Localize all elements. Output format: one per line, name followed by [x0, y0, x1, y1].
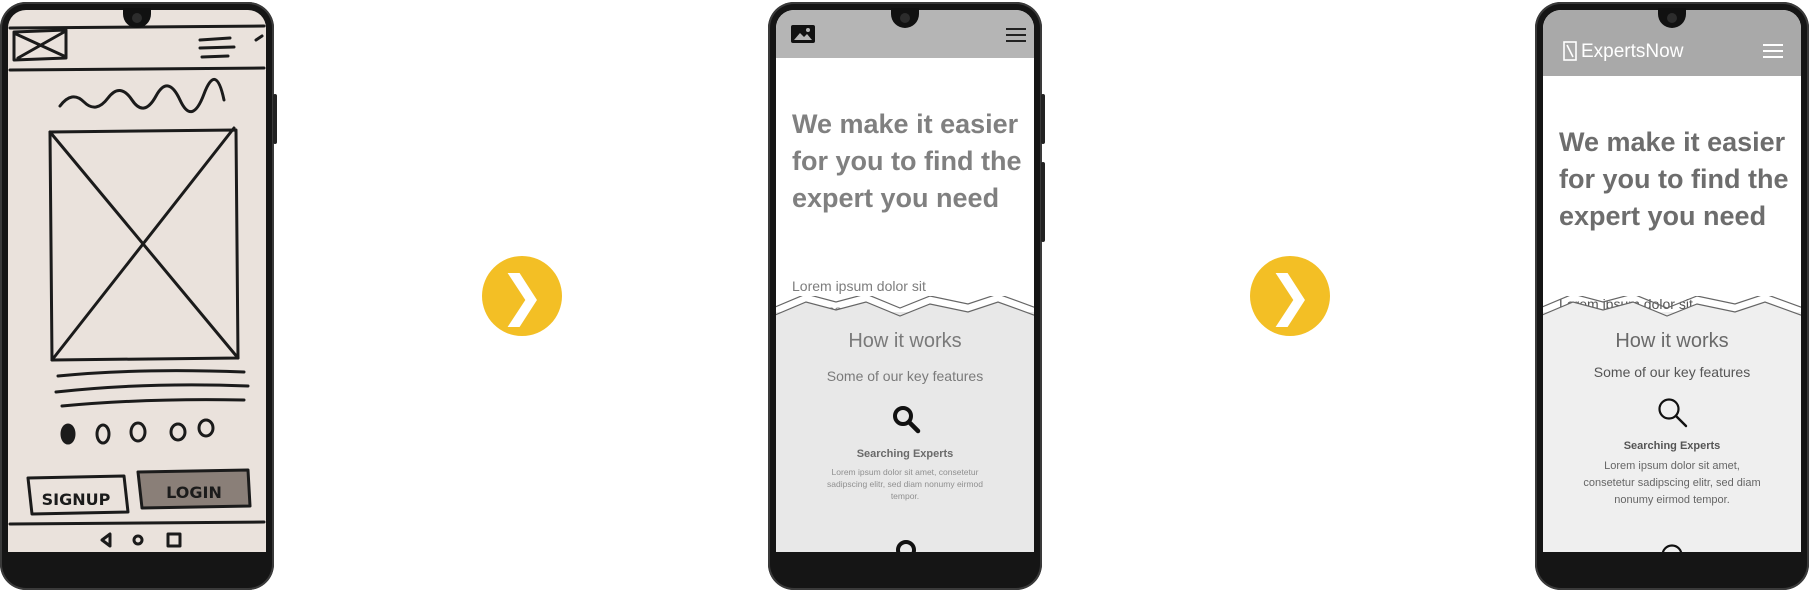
how-it-works-title: How it works	[848, 330, 962, 352]
section-break-zigzag	[1543, 296, 1801, 326]
hero-subtext: Lorem ipsum dolor sit	[792, 278, 926, 294]
hero-headline: We make it easier for you to find the ex…	[1559, 127, 1789, 231]
how-it-works-section: How it works Some of our key features Se…	[776, 312, 1034, 552]
how-it-works-section: How it works Some of our key features Se…	[1543, 312, 1801, 552]
next-feature-icon	[896, 540, 916, 552]
phone-side-button	[1041, 162, 1045, 242]
hero-headline: We make it easier for you to find the ex…	[792, 109, 1022, 213]
feature-description: Lorem ipsum dolor sit amet, consetetur s…	[827, 467, 983, 501]
sketch-drawing: SIGNUP LOGIN	[8, 24, 266, 548]
hamburger-menu-icon[interactable]	[1006, 28, 1026, 43]
sketch-text-line	[56, 369, 246, 378]
wireframe-screen: We make it easier for you to find the ex…	[776, 10, 1034, 552]
sketch-text-line	[60, 398, 246, 408]
phone-mockup: ExpertsNow We make it easier for you to …	[1535, 2, 1809, 590]
next-feature-icon	[1661, 544, 1683, 552]
sketch-screen: SIGNUP LOGIN	[8, 10, 266, 552]
image-placeholder-icon	[791, 25, 815, 43]
phone-sketch: SIGNUP LOGIN	[0, 2, 277, 590]
how-it-works-subtitle: Some of our key features	[1593, 364, 1751, 380]
sketch-header-line	[8, 66, 266, 72]
sketch-home-icon	[132, 534, 144, 546]
mockup-screen: ExpertsNow We make it easier for you to …	[1543, 10, 1801, 552]
search-icon	[893, 406, 921, 434]
sketch-text-line	[54, 383, 250, 394]
search-icon	[1658, 398, 1688, 428]
how-it-works-title: How it works	[1615, 330, 1729, 352]
sketch-login-label: LOGIN	[166, 483, 222, 502]
sketch-logo-placeholder	[12, 28, 68, 62]
expertsnow-logo-icon	[1563, 41, 1577, 61]
feature-title: Searching Experts	[856, 448, 954, 460]
hamburger-menu-icon[interactable]	[1763, 44, 1783, 59]
feature-title: Searching Experts	[1623, 440, 1721, 452]
sketch-page-dot	[129, 421, 147, 443]
expertsnow-logo[interactable]: ExpertsNow	[1581, 41, 1683, 63]
sketch-signup-label: SIGNUP	[42, 490, 111, 509]
sketch-page-dot	[95, 423, 111, 445]
feature-description: Lorem ipsum dolor sit amet, consetetur s…	[1583, 460, 1761, 506]
chevron-right-icon: ❯	[1250, 256, 1330, 336]
sketch-recents-icon	[166, 532, 182, 548]
section-break-zigzag	[776, 296, 1034, 326]
sketch-page-dot	[60, 423, 76, 445]
how-it-works-subtitle: Some of our key features	[826, 368, 984, 384]
sketch-page-dot	[197, 418, 215, 438]
sketch-back-icon	[100, 532, 112, 548]
chevron-right-icon: ❯	[482, 256, 562, 336]
phone-side-button	[273, 94, 277, 144]
phone-wireframe: We make it easier for you to find the ex…	[768, 2, 1045, 590]
sketch-page-dot	[169, 422, 187, 442]
phone-side-button	[1041, 94, 1045, 144]
sketch-hamburger-icon	[198, 36, 236, 59]
sketch-title-squiggle	[58, 78, 226, 113]
